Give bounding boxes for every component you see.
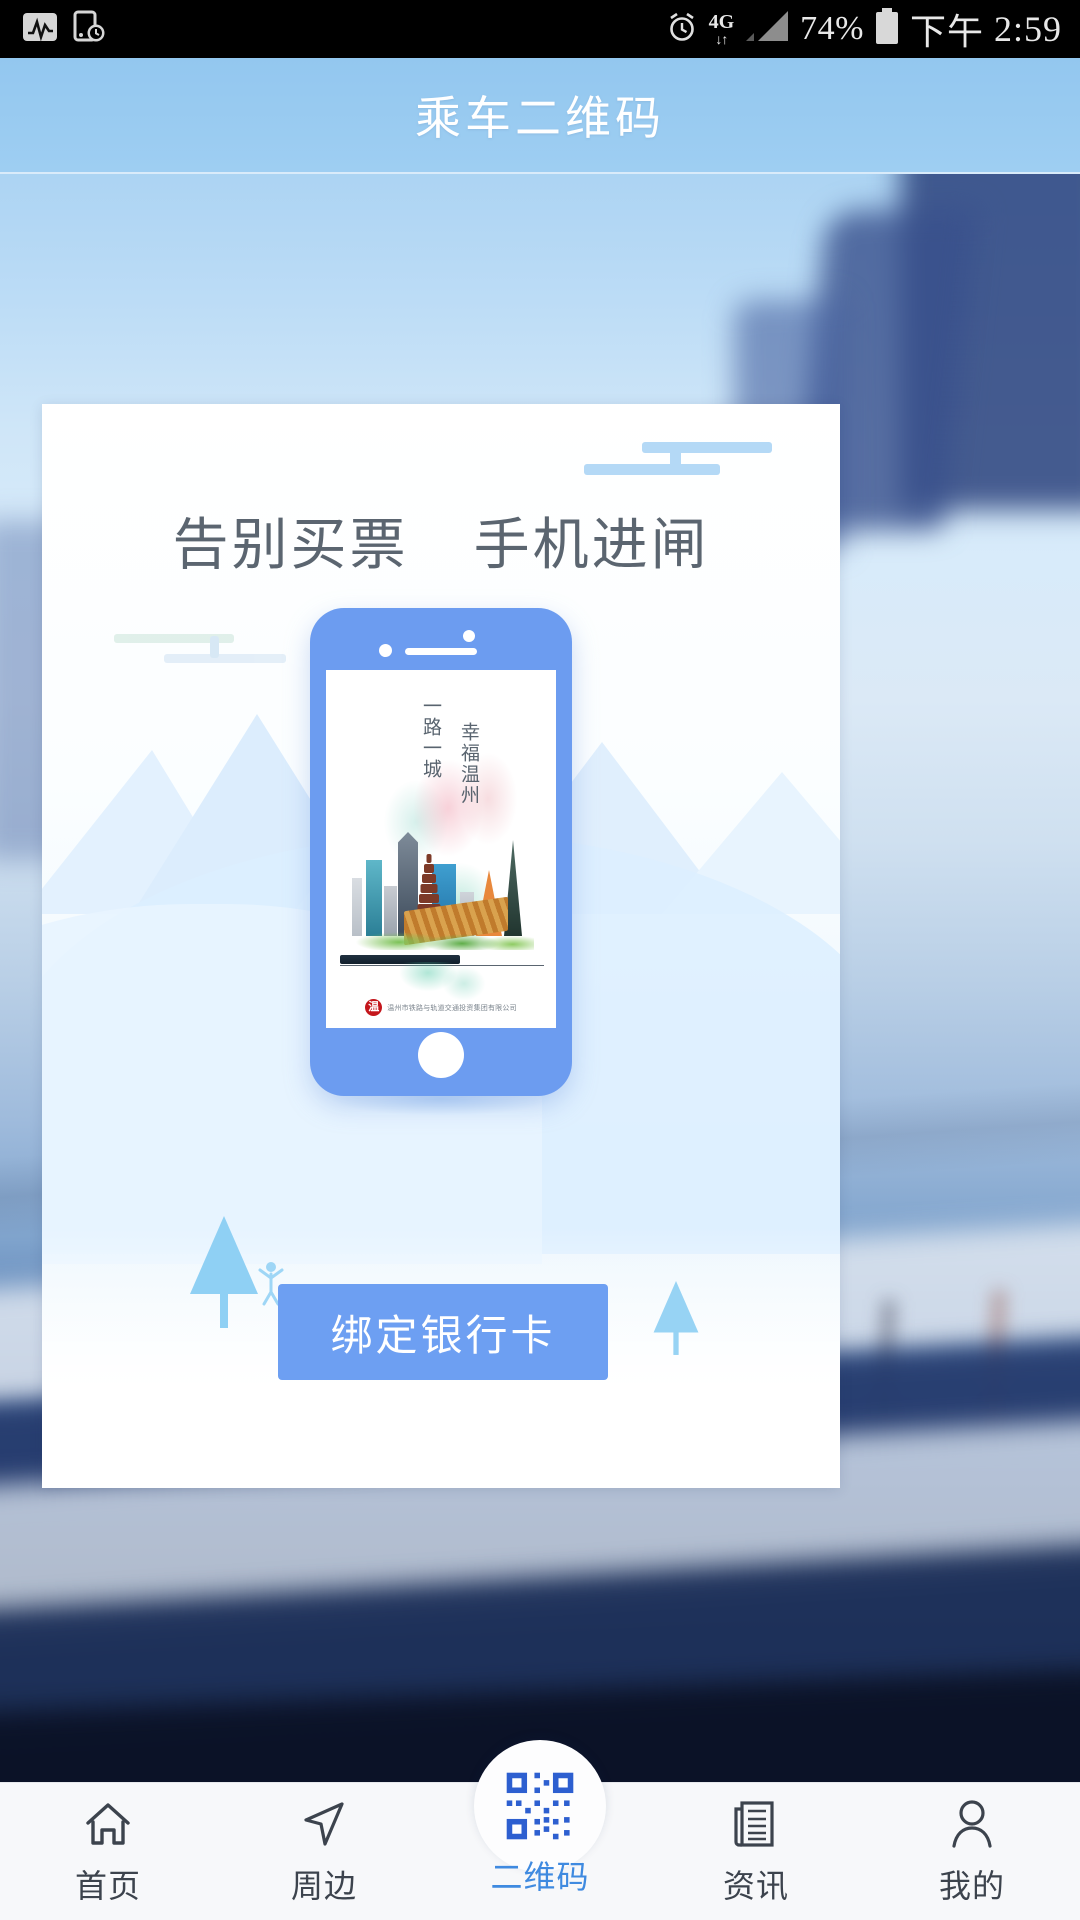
nav-label-news: 资讯 <box>722 1867 789 1904</box>
poster-vertical-text-a: 一路一城 <box>420 696 441 780</box>
nav-item-news[interactable]: 资讯 <box>648 1783 864 1920</box>
nav-item-nearby[interactable]: 周边 <box>216 1783 432 1920</box>
network-arrows: ↓↑ <box>715 31 728 47</box>
navigation-arrow-icon <box>298 1797 350 1851</box>
bind-bank-card-button[interactable]: 绑定银行卡 <box>278 1284 608 1380</box>
home-icon <box>82 1797 134 1851</box>
status-bar-right: 4G ↓↑ 74% 下午 2:59 <box>665 3 1062 55</box>
nav-label-qrcode: 二维码 <box>490 1859 590 1895</box>
qr-code-icon <box>506 1772 574 1840</box>
alarm-clock-icon <box>665 10 699 49</box>
poster-vertical-text-b: 幸福温州 <box>458 722 479 806</box>
app-screen: 4G ↓↑ 74% 下午 2:59 乘车二维码 告别买票 手机进闸 一路一城 幸… <box>0 0 1080 1920</box>
phone-home-button <box>418 1032 464 1078</box>
tree-icon <box>190 1216 258 1328</box>
tree-icon <box>653 1281 699 1355</box>
headline-part-2: 手机进闸 <box>473 513 710 576</box>
activity-chart-icon <box>22 11 58 48</box>
phone-mockup: 一路一城 幸福温州 温 温州市铁路与轨道交通投资集团有限公司 <box>310 608 572 1096</box>
decorative-lines-right <box>584 422 774 478</box>
company-logo-icon: 温 <box>365 999 383 1016</box>
nav-label-home: 首页 <box>74 1867 141 1904</box>
poster-footer: 温 温州市铁路与轨道交通投资集团有限公司 <box>326 999 556 1016</box>
nav-item-profile[interactable]: 我的 <box>864 1783 1080 1920</box>
newspaper-icon <box>731 1797 781 1851</box>
city-skyline-illustration <box>346 818 538 950</box>
phone-speaker-bar <box>405 648 477 655</box>
status-bar-left <box>22 10 106 49</box>
device-clock-icon <box>72 10 106 49</box>
card-headline: 告别买票 手机进闸 <box>42 500 840 581</box>
battery-icon <box>874 7 900 51</box>
nav-item-home[interactable]: 首页 <box>0 1783 216 1920</box>
nav-label-profile: 我的 <box>938 1867 1005 1904</box>
page-title: 乘车二维码 <box>415 92 665 144</box>
clock-time: 2:59 <box>993 9 1062 49</box>
foliage-illustration <box>354 924 534 950</box>
promo-card: 告别买票 手机进闸 一路一城 幸福温州 温 温州市铁路与轨道交通投资集团有限公司… <box>42 404 840 1488</box>
battery-percent-label: 74% <box>800 10 864 47</box>
phone-screen: 一路一城 幸福温州 温 温州市铁路与轨道交通投资集团有限公司 <box>326 670 556 1028</box>
phone-camera-dot <box>463 630 475 642</box>
network-type-indicator: 4G ↓↑ <box>709 12 735 46</box>
decorative-lines-left <box>114 622 286 678</box>
company-name-label: 温州市铁路与轨道交通投资集团有限公司 <box>387 1004 517 1012</box>
headline-part-1: 告别买票 <box>172 513 409 576</box>
phone-sensor-dot <box>379 644 392 657</box>
network-type-label: 4G <box>708 11 735 33</box>
clock-meridiem: 下午 <box>909 12 984 52</box>
person-icon <box>947 1797 997 1851</box>
status-bar: 4G ↓↑ 74% 下午 2:59 <box>0 0 1080 58</box>
page-header: 乘车二维码 <box>0 58 1080 174</box>
poster-artwork: 一路一城 幸福温州 温 温州市铁路与轨道交通投资集团有限公司 <box>326 670 556 1028</box>
nav-label-nearby: 周边 <box>290 1867 357 1904</box>
signal-bars-icon <box>744 9 790 50</box>
